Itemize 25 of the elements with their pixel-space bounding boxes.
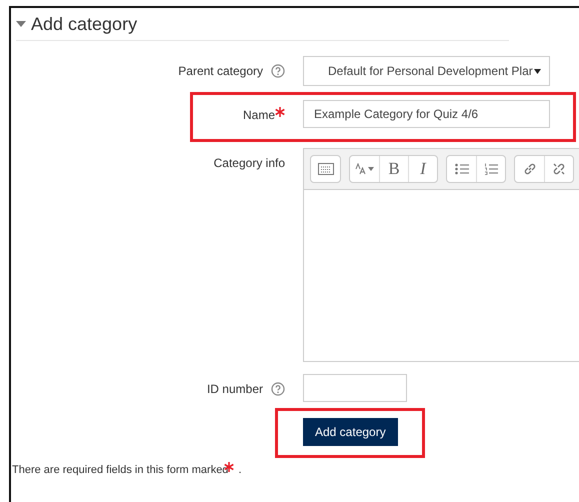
keyboard-icon bbox=[318, 163, 334, 175]
parent-category-select[interactable]: Default for Personal Development Plar bbox=[303, 56, 550, 86]
font-size-icon bbox=[354, 163, 374, 175]
note-period: . bbox=[238, 464, 242, 476]
bold-button[interactable]: B bbox=[379, 156, 408, 182]
bullet-list-icon bbox=[454, 163, 468, 175]
text-editor[interactable]: B I bbox=[303, 148, 579, 362]
field-label: ID number bbox=[206, 382, 263, 396]
italic-button[interactable]: I bbox=[408, 156, 437, 182]
required-icon bbox=[275, 107, 285, 117]
help-icon[interactable] bbox=[271, 382, 285, 396]
field-label: Parent category bbox=[178, 64, 263, 78]
add-category-button[interactable]: Add category bbox=[303, 418, 398, 446]
link-icon bbox=[522, 162, 536, 176]
unlink-icon bbox=[552, 162, 566, 176]
name-input[interactable]: Example Category for Quiz 4/6 bbox=[303, 100, 550, 128]
field-label: Name bbox=[242, 108, 275, 122]
numbered-list-icon bbox=[484, 163, 498, 175]
section-title: Add category bbox=[31, 14, 138, 34]
required-fields-note: There are required fields in this form marked bbox=[12, 464, 228, 476]
id-number-input[interactable] bbox=[303, 374, 407, 402]
field-label: Category info bbox=[214, 156, 285, 170]
help-icon[interactable] bbox=[271, 64, 285, 78]
collapse-caret-icon[interactable] bbox=[16, 21, 26, 27]
dropdown-arrow-icon bbox=[534, 68, 541, 74]
